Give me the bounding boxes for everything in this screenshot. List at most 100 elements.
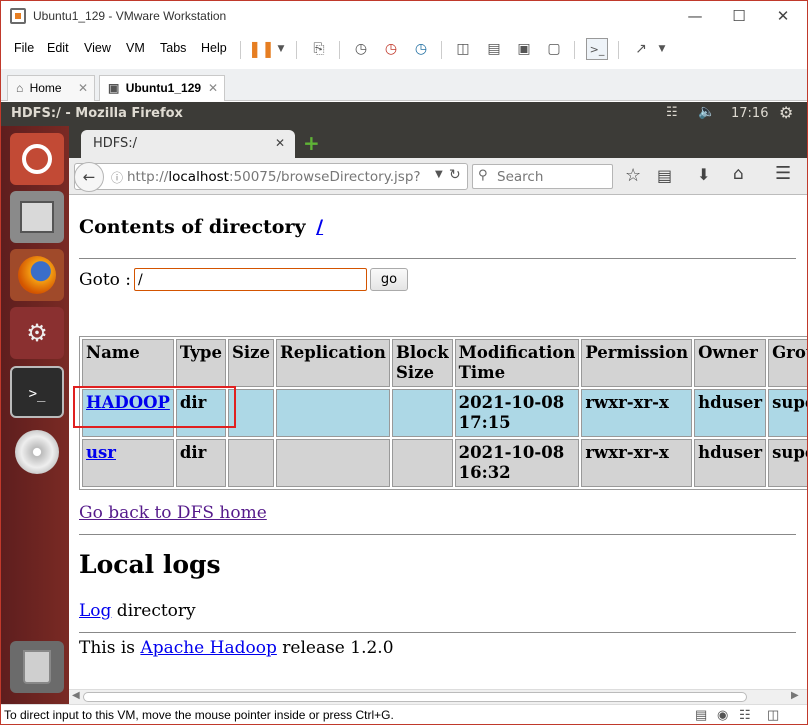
- goto-input[interactable]: [134, 268, 367, 291]
- unity-icon[interactable]: ▢: [543, 38, 565, 60]
- full-screen-icon[interactable]: ▣: [513, 38, 535, 60]
- unity-launcher: ⚙ >_: [1, 126, 69, 704]
- owner-cell: hduser: [694, 389, 767, 437]
- terminal-icon[interactable]: >_: [10, 366, 64, 418]
- firefox-icon[interactable]: [10, 249, 64, 301]
- gear-icon[interactable]: ⚙: [779, 103, 793, 122]
- menu-tabs[interactable]: Tabs: [160, 41, 186, 55]
- tab-vm-label: Ubuntu1_129: [125, 81, 202, 95]
- usb-icon[interactable]: ◫: [767, 707, 779, 723]
- page-content[interactable]: Contents of directory / Goto : go Name T…: [69, 196, 807, 689]
- type-cell: dir: [175, 439, 226, 487]
- download-icon[interactable]: ⬇: [697, 165, 710, 184]
- url-prefix: http://: [127, 169, 169, 185]
- log-line: Log directory: [79, 601, 196, 621]
- permission-cell: rwxr-xr-x: [581, 389, 693, 437]
- pause-icon[interactable]: ❚❚: [248, 38, 275, 60]
- trash-icon[interactable]: [10, 641, 64, 693]
- group-cell: supergr: [768, 439, 807, 487]
- chevron-down-icon[interactable]: ▼: [270, 38, 292, 60]
- url-host: localhost: [168, 169, 229, 185]
- send-keys-icon[interactable]: ⎘: [308, 38, 330, 60]
- vmware-titlebar: Ubuntu1_129 - VMware Workstation — ☐ ✕: [1, 1, 807, 32]
- snapshot-icon[interactable]: ◷: [350, 38, 372, 60]
- snapshot-manager-icon[interactable]: ◷: [410, 38, 432, 60]
- network-icon[interactable]: ☷: [739, 707, 751, 723]
- vmware-tabbar: ⌂ Home ✕ ▣ Ubuntu1_129 ✕: [1, 69, 807, 101]
- toolbar-separator: [240, 41, 241, 59]
- page-heading-text: Contents of directory: [79, 216, 306, 238]
- column-header: Group: [768, 339, 807, 387]
- scroll-right-icon[interactable]: ▶: [791, 690, 799, 701]
- url-text: http://localhost:50075/browseDirectory.j…: [127, 169, 421, 185]
- menu-vm[interactable]: VM: [126, 41, 145, 55]
- go-button[interactable]: go: [370, 268, 408, 291]
- menu-view[interactable]: View: [84, 41, 111, 55]
- firefox-tab[interactable]: HDFS:/ ✕: [81, 130, 295, 158]
- divider: [79, 258, 796, 259]
- minimize-icon[interactable]: —: [681, 5, 709, 27]
- dvd-icon[interactable]: [10, 426, 64, 478]
- root-directory-link[interactable]: /: [316, 216, 323, 238]
- firefox-navbar: ← ⓘ http://localhost:50075/browseDirecto…: [69, 158, 807, 195]
- cdrom-icon[interactable]: ◉: [717, 707, 728, 723]
- horizontal-scrollbar[interactable]: ◀ ▶: [69, 689, 807, 704]
- url-bar[interactable]: ← ⓘ http://localhost:50075/browseDirecto…: [74, 162, 468, 192]
- back-to-dfs-home-link[interactable]: Go back to DFS home: [79, 503, 267, 523]
- ubuntu-desktop[interactable]: HDFS:/ - Mozilla Firefox ☷ 🔈 17:16 ⚙ ⚙ >…: [1, 102, 807, 704]
- log-link[interactable]: Log: [79, 601, 111, 621]
- firefox-tab-strip: HDFS:/ ✕ +: [69, 126, 807, 158]
- clock[interactable]: 17:16: [731, 106, 768, 121]
- info-icon[interactable]: ⓘ: [111, 169, 123, 186]
- footer-suffix: release 1.2.0: [276, 638, 394, 658]
- page-heading: Contents of directory /: [79, 216, 323, 238]
- files-icon[interactable]: [10, 191, 64, 243]
- column-header: Modification Time: [454, 339, 580, 387]
- scrollbar-thumb[interactable]: [83, 692, 747, 702]
- ubuntu-logo-icon[interactable]: [10, 133, 64, 185]
- active-window-title: HDFS:/ - Mozilla Firefox: [11, 106, 183, 121]
- hdd-icon[interactable]: ▤: [695, 707, 707, 723]
- chevron-down-icon[interactable]: ▼: [651, 38, 673, 60]
- menu-file[interactable]: File: [14, 41, 34, 55]
- name-cell: usr: [82, 439, 174, 487]
- wifi-icon[interactable]: ☷: [666, 105, 678, 120]
- close-icon[interactable]: ✕: [769, 5, 797, 27]
- maximize-icon[interactable]: ☐: [725, 5, 753, 27]
- bookmark-star-icon[interactable]: ☆: [625, 165, 641, 186]
- stretch-guest-icon[interactable]: ↗: [630, 38, 652, 60]
- menu-help[interactable]: Help: [201, 41, 227, 55]
- dropdown-icon[interactable]: ▼: [435, 169, 443, 180]
- revert-snapshot-icon[interactable]: ◷: [380, 38, 402, 60]
- column-header: Type: [175, 339, 226, 387]
- library-icon[interactable]: ◫: [452, 38, 474, 60]
- close-tab-icon[interactable]: ✕: [208, 81, 218, 95]
- new-tab-icon[interactable]: +: [303, 131, 320, 155]
- home-icon[interactable]: ⌂: [733, 164, 744, 184]
- console-view-icon[interactable]: >_: [586, 38, 608, 60]
- apache-hadoop-link[interactable]: Apache Hadoop: [140, 638, 276, 658]
- footer-line: This is Apache Hadoop release 1.2.0: [79, 638, 394, 658]
- close-tab-icon[interactable]: ✕: [78, 81, 88, 95]
- settings-icon[interactable]: ⚙: [10, 307, 64, 359]
- tab-ubuntu1-129[interactable]: ▣ Ubuntu1_129 ✕: [99, 75, 225, 101]
- column-header: Size: [227, 339, 275, 387]
- vmware-window: Ubuntu1_129 - VMware Workstation — ☐ ✕ F…: [0, 0, 808, 725]
- close-tab-icon[interactable]: ✕: [275, 136, 285, 150]
- reload-icon[interactable]: ↻: [449, 167, 461, 183]
- block-size-cell: [391, 389, 453, 437]
- menu-icon[interactable]: ☰: [775, 163, 791, 184]
- tab-home[interactable]: ⌂ Home ✕: [7, 75, 95, 101]
- back-icon[interactable]: ←: [74, 162, 104, 192]
- block-size-cell: [391, 439, 453, 487]
- directory-link-usr[interactable]: usr: [86, 443, 116, 462]
- menu-edit[interactable]: Edit: [47, 41, 69, 55]
- reading-list-icon[interactable]: ▤: [657, 166, 672, 185]
- column-header: Permission: [581, 339, 693, 387]
- highlight-box: [73, 386, 236, 428]
- thumbnail-bar-icon[interactable]: ▤: [483, 38, 505, 60]
- volume-icon[interactable]: 🔈: [698, 104, 715, 120]
- home-icon: ⌂: [16, 81, 24, 95]
- search-input[interactable]: ⚲ Search: [472, 164, 613, 189]
- scroll-left-icon[interactable]: ◀: [72, 690, 80, 701]
